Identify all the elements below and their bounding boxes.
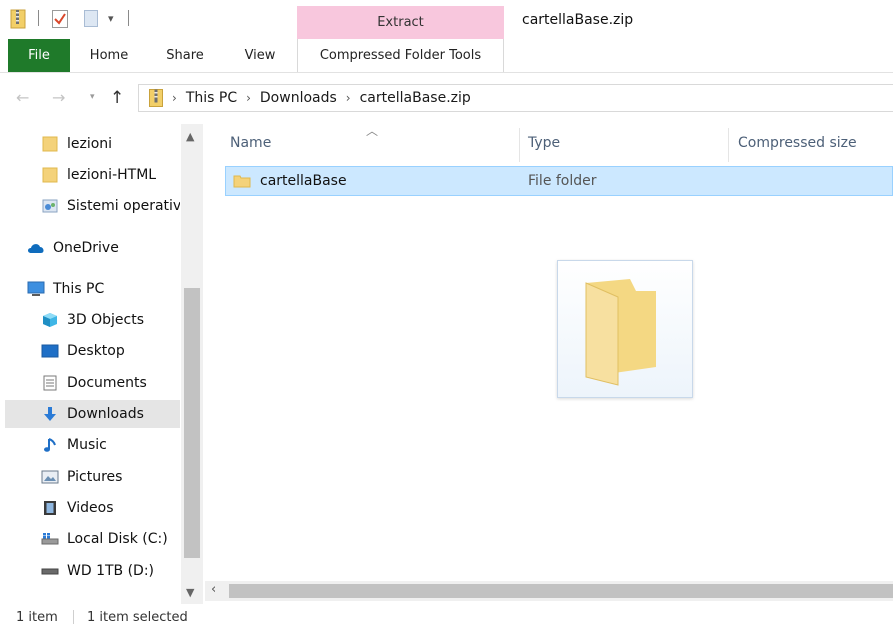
scroll-up-icon[interactable]: ▲ [186, 130, 194, 143]
nav-item-videos[interactable]: Videos [5, 494, 180, 522]
nav-item-label: lezioni-HTML [67, 167, 157, 183]
nav-item-this-pc[interactable]: This PC [5, 275, 180, 303]
quick-access-separator [38, 10, 39, 26]
breadcrumb-separator: › [172, 91, 177, 105]
nav-item-lezioni[interactable]: lezioni [5, 130, 180, 158]
status-separator [73, 610, 74, 624]
navigation-tree: lezioni lezioni-HTML Sistemi operativi O… [0, 124, 180, 604]
scrollbar-thumb[interactable] [229, 584, 893, 598]
address-bar[interactable]: › This PC › Downloads › cartellaBase.zip [138, 84, 893, 112]
contextual-tab-label: Extract [377, 15, 424, 30]
nav-item-documents[interactable]: Documents [5, 369, 180, 397]
nav-item-label: This PC [53, 281, 105, 297]
column-divider[interactable] [728, 128, 729, 162]
quick-access-separator [128, 10, 129, 26]
tab-share[interactable]: Share [150, 39, 220, 72]
nav-item-local-disk-c[interactable]: Local Disk (C:) [5, 525, 180, 553]
navigation-pane: lezioni lezioni-HTML Sistemi operativi O… [0, 124, 203, 604]
scroll-down-icon[interactable]: ▼ [186, 586, 194, 599]
pictures-icon [41, 469, 59, 485]
nav-item-label: Pictures [67, 469, 123, 485]
tab-compressed-folder-tools[interactable]: Compressed Folder Tools [297, 39, 504, 72]
documents-icon [41, 375, 59, 391]
new-folder-icon[interactable] [84, 10, 98, 27]
nav-item-onedrive[interactable]: OneDrive [5, 234, 180, 262]
nav-item-downloads[interactable]: Downloads [5, 400, 180, 428]
file-name: cartellaBase [260, 173, 347, 189]
nav-item-label: lezioni [67, 136, 113, 152]
downloads-icon [41, 406, 59, 422]
breadcrumb-separator[interactable]: › [346, 91, 351, 105]
nav-item-label: OneDrive [53, 240, 119, 256]
tab-file[interactable]: File [8, 39, 70, 72]
breadcrumb-cartellabase-zip[interactable]: cartellaBase.zip [360, 90, 471, 106]
column-divider[interactable] [519, 128, 520, 162]
navigation-pane-scrollbar[interactable]: ▲ ▼ [181, 124, 203, 604]
nav-item-label: Documents [67, 375, 147, 391]
status-selection: 1 item selected [87, 610, 188, 625]
music-icon [41, 437, 59, 453]
nav-item-wd-1tb-d[interactable]: WD 1TB (D:) [5, 557, 180, 585]
shared-folder-icon [41, 198, 59, 214]
title-bar: ▾ Extract cartellaBase.zip [0, 0, 893, 39]
drive-icon [41, 563, 59, 579]
column-header-name[interactable]: Name [230, 135, 271, 151]
nav-item-label: Local Disk (C:) [67, 531, 168, 547]
nav-item-label: Videos [67, 500, 114, 516]
onedrive-cloud-icon [27, 240, 45, 256]
nav-item-sistemi-operativi[interactable]: Sistemi operativi [5, 192, 180, 220]
zip-folder-icon [149, 89, 163, 107]
properties-icon[interactable] [52, 10, 68, 28]
breadcrumb-separator[interactable]: › [246, 91, 251, 105]
nav-item-3d-objects[interactable]: 3D Objects [5, 306, 180, 334]
folder-icon [585, 279, 656, 386]
contextual-tab-extract: Extract [297, 6, 504, 39]
forward-arrow-icon[interactable]: → [52, 88, 65, 107]
horizontal-scrollbar[interactable]: ‹ [205, 581, 893, 601]
breadcrumb-this-pc[interactable]: This PC [186, 90, 237, 106]
nav-item-label: Downloads [67, 406, 144, 422]
nav-item-label: Music [67, 437, 107, 453]
recent-locations-chevron-icon[interactable]: ▾ [90, 92, 95, 102]
nav-item-lezioni-html[interactable]: lezioni-HTML [5, 161, 180, 189]
folder-icon [233, 175, 251, 188]
nav-item-label: Sistemi operativi [67, 198, 180, 214]
file-type: File folder [528, 173, 597, 189]
navigation-bar: ← → ▾ ↑ › This PC › Downloads › cartella… [0, 80, 893, 116]
status-item-count: 1 item [16, 610, 58, 625]
nav-item-label: 3D Objects [67, 312, 145, 328]
status-bar: 1 item 1 item selected [0, 604, 893, 626]
tab-view[interactable]: View [228, 39, 292, 72]
back-arrow-icon[interactable]: ← [16, 88, 29, 107]
videos-icon [41, 500, 59, 516]
folder-icon [41, 136, 59, 152]
zip-folder-icon [10, 9, 26, 29]
column-header-type[interactable]: Type [528, 135, 560, 151]
nav-item-music[interactable]: Music [5, 431, 180, 459]
window-title: cartellaBase.zip [522, 12, 634, 28]
nav-item-label: WD 1TB (D:) [67, 563, 155, 579]
desktop-icon [41, 343, 59, 359]
file-row[interactable]: cartellaBase File folder [225, 166, 893, 196]
nav-item-label: Desktop [67, 343, 125, 359]
customize-quick-access-icon[interactable]: ▾ [108, 12, 114, 25]
scrollbar-thumb[interactable] [184, 288, 200, 558]
ribbon-tabs: File Home Share View Compressed Folder T… [0, 39, 893, 73]
tab-home[interactable]: Home [76, 39, 142, 72]
this-pc-icon [27, 281, 45, 297]
column-headers: ︿ Name Type Compressed size [205, 124, 893, 164]
up-arrow-icon[interactable]: ↑ [110, 88, 124, 108]
folder-preview-thumbnail [557, 260, 693, 398]
breadcrumb-downloads[interactable]: Downloads [260, 90, 337, 106]
scroll-left-icon[interactable]: ‹ [211, 582, 216, 597]
local-disk-icon [41, 531, 59, 547]
column-header-compressed-size[interactable]: Compressed size [738, 135, 857, 151]
3d-objects-icon [41, 312, 59, 328]
sort-ascending-icon: ︿ [366, 124, 379, 138]
file-list-pane: ︿ Name Type Compressed size cartellaBase… [205, 124, 893, 604]
folder-icon [41, 167, 59, 183]
nav-item-pictures[interactable]: Pictures [5, 463, 180, 491]
nav-item-desktop[interactable]: Desktop [5, 337, 180, 365]
